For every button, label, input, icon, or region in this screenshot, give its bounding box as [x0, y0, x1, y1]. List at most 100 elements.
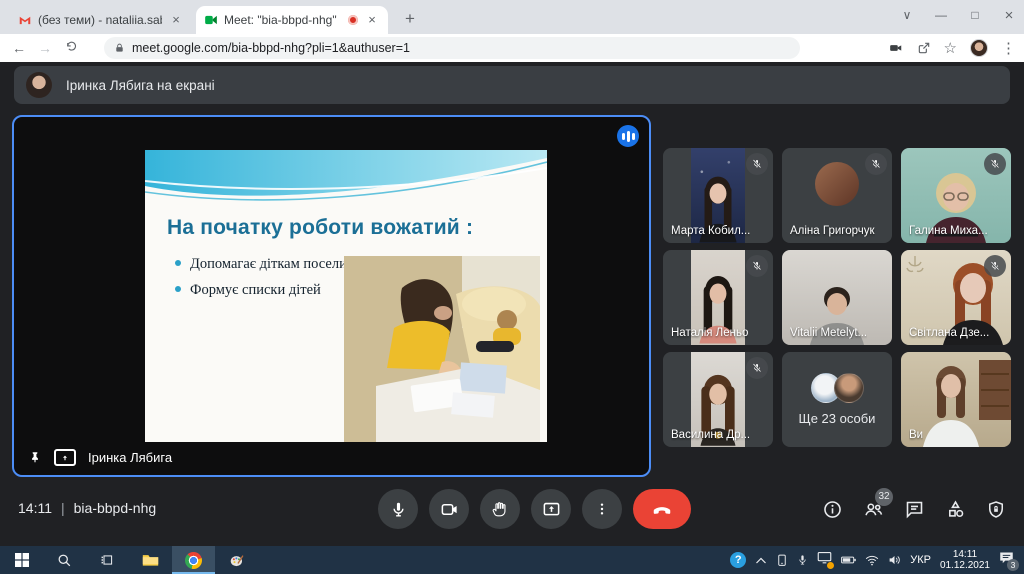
participant-tile[interactable]: Наталія Леньо [663, 250, 773, 345]
battery-tray-icon[interactable] [841, 555, 856, 565]
file-explorer-button[interactable] [129, 546, 172, 574]
mic-muted-icon [984, 153, 1006, 175]
camera-button[interactable] [429, 489, 469, 529]
presenter-row: Іринка Лябига [28, 449, 172, 466]
participants-count-badge: 32 [875, 488, 893, 506]
maximize-button[interactable]: □ [966, 8, 984, 22]
presenter-name: Іринка Лябига [88, 450, 172, 465]
activities-button[interactable] [943, 497, 967, 521]
action-center-button[interactable]: 3 [999, 551, 1014, 569]
mic-muted-icon [746, 357, 768, 379]
self-view-tile[interactable]: Ви [901, 352, 1011, 447]
participant-avatar [834, 373, 864, 403]
reload-button[interactable] [58, 40, 84, 56]
browser-toolbar: ← → meet.google.com/bia-bbpd-nhg?pli=1&a… [0, 34, 1024, 62]
bullet-dot [175, 260, 181, 266]
reload-icon [65, 40, 78, 53]
device-tray-icon[interactable] [776, 554, 788, 567]
taskbar-search-button[interactable] [43, 546, 86, 574]
meeting-info: 14:11 | bia-bbpd-nhg [18, 486, 156, 530]
presenter-avatar [26, 72, 52, 98]
display-tray-icon[interactable] [817, 551, 832, 569]
back-button[interactable]: ← [6, 40, 32, 56]
media-camera-indicator-icon[interactable] [888, 41, 904, 55]
participant-tile[interactable]: Василина Др... [663, 352, 773, 447]
tab-close-icon[interactable]: × [168, 12, 184, 28]
participant-name: Василина Др... [671, 429, 750, 441]
more-participants-tile[interactable]: Ще 23 особи [782, 352, 892, 447]
self-view-label: Ви [909, 429, 923, 441]
clock-time: 14:11 [940, 549, 990, 560]
bookmark-star-icon[interactable]: ☆ [944, 39, 957, 57]
more-options-button[interactable] [582, 489, 622, 529]
participant-tile[interactable]: Vitalii Metelyt... [782, 250, 892, 345]
start-button[interactable] [0, 546, 43, 574]
chat-button[interactable] [902, 497, 926, 521]
toolbar-actions: ☆ ⋮ [888, 34, 1016, 62]
meeting-code: bia-bbpd-nhg [74, 500, 157, 516]
help-tray-icon[interactable]: ? [730, 552, 746, 568]
status-dot [827, 562, 834, 569]
taskbar-clock[interactable]: 14:11 01.12.2021 [940, 549, 990, 571]
mic-muted-icon [746, 153, 768, 175]
wifi-tray-icon[interactable] [865, 555, 879, 566]
presentation-tile[interactable]: На початку роботи вожатий : Допомагає ді… [12, 115, 651, 477]
chrome-icon [185, 552, 202, 569]
microphone-tray-icon[interactable] [797, 553, 808, 567]
clock-date: 01.12.2021 [940, 560, 990, 571]
meeting-time: 14:11 [18, 500, 52, 516]
close-window-button[interactable]: × [1000, 7, 1018, 24]
language-indicator[interactable]: УКР [910, 554, 931, 566]
participant-name: Аліна Григорчук [790, 225, 875, 237]
address-bar[interactable]: meet.google.com/bia-bbpd-nhg?pli=1&authu… [104, 37, 800, 59]
task-view-button[interactable] [86, 546, 129, 574]
participant-name: Vitalii Metelyt... [790, 327, 867, 339]
notification-count-badge: 3 [1007, 559, 1019, 571]
forward-button[interactable]: → [32, 40, 58, 56]
volume-tray-icon[interactable] [888, 554, 901, 566]
participants-button[interactable]: 32 [861, 497, 885, 521]
tab-title: (без теми) - nataliia.sabat@pnu [38, 13, 162, 27]
audio-playing-indicator-icon [617, 125, 639, 147]
tab-gmail[interactable]: (без теми) - nataliia.sabat@pnu × [10, 6, 192, 34]
windows-taskbar: ? УКР 14:11 01.12.2021 3 [0, 546, 1024, 574]
tab-meet[interactable]: Meet: "bia-bbpd-nhg" × [196, 6, 388, 34]
microphone-button[interactable] [378, 489, 418, 529]
meet-icon [204, 13, 218, 27]
new-tab-button[interactable]: + [398, 8, 422, 32]
tab-search-icon[interactable]: ∨ [898, 8, 916, 22]
profile-avatar[interactable] [970, 39, 988, 57]
tab-close-icon[interactable]: × [364, 12, 380, 28]
browser-menu-icon[interactable]: ⋮ [1001, 39, 1016, 57]
participant-name: Наталія Леньо [671, 327, 748, 339]
recording-indicator-icon [348, 15, 358, 25]
tray-expand-chevron-icon[interactable] [755, 556, 767, 565]
system-tray: ? УКР 14:11 01.12.2021 3 [730, 546, 1022, 574]
participant-avatar [815, 162, 859, 206]
meet-app: Іринка Лябига на екрані На початку робот… [0, 62, 1024, 546]
chrome-taskbar-button[interactable] [172, 546, 215, 574]
participant-tile[interactable]: Галина Миха... [901, 148, 1011, 243]
share-icon[interactable] [917, 41, 931, 55]
paint-taskbar-button[interactable] [215, 546, 258, 574]
mic-muted-icon [984, 255, 1006, 277]
minimize-button[interactable]: — [932, 8, 950, 22]
participant-tile[interactable]: Марта Кобил... [663, 148, 773, 243]
slide-photo [344, 256, 540, 442]
host-controls-button[interactable] [984, 497, 1008, 521]
participant-name: Світлана Дзе... [909, 327, 989, 339]
url-text: meet.google.com/bia-bbpd-nhg?pli=1&authu… [132, 41, 410, 55]
meeting-details-button[interactable] [820, 497, 844, 521]
raise-hand-button[interactable] [480, 489, 520, 529]
window-controls: ∨ — □ × [898, 2, 1018, 28]
presenting-banner-text: Іринка Лябига на екрані [66, 78, 215, 93]
leave-call-button[interactable] [633, 489, 691, 529]
gmail-icon [18, 13, 32, 27]
participant-tile[interactable]: Світлана Дзе... [901, 250, 1011, 345]
call-controls [378, 489, 691, 529]
present-screen-button[interactable] [531, 489, 571, 529]
slide-bullet: Формує списки дітей [190, 282, 321, 299]
participant-tile[interactable]: Аліна Григорчук [782, 148, 892, 243]
pin-icon[interactable] [28, 450, 42, 465]
bullet-dot [175, 286, 181, 292]
